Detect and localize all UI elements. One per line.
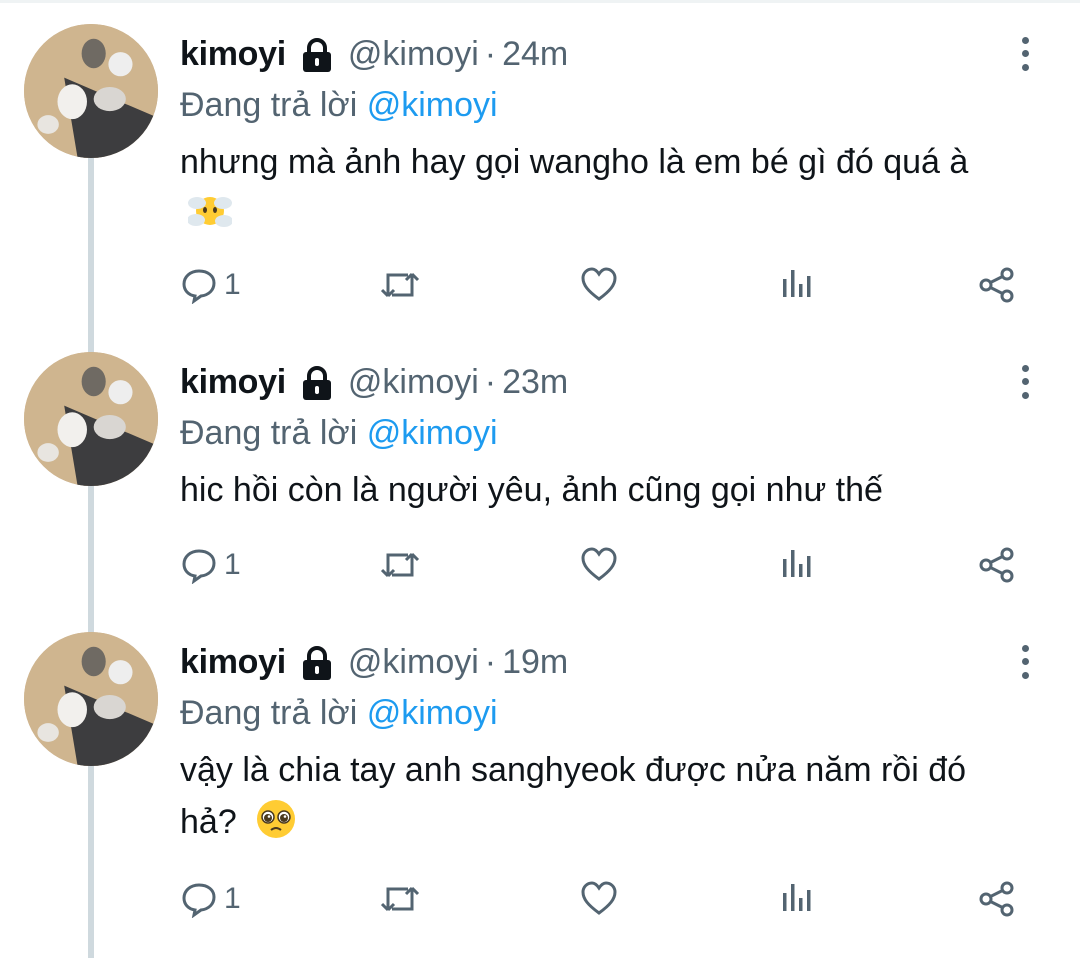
replying-prefix: Đang trả lời (180, 694, 358, 732)
thread-connector-line (88, 158, 94, 958)
reply-count: 1 (224, 548, 241, 581)
replying-to: Đang trả lời @kimoyi (180, 80, 1040, 130)
tweet-text-content: hic hồi còn là người yêu, ảnh cũng gọi n… (180, 471, 883, 509)
top-divider (0, 0, 1080, 3)
lock-icon (298, 362, 336, 402)
user-handle[interactable]: @kimoyi (348, 35, 479, 74)
heart-icon (580, 266, 618, 302)
share-icon (978, 880, 1016, 918)
display-name[interactable]: kimoyi (180, 35, 286, 74)
avatar[interactable] (24, 632, 158, 766)
tweet-header: kimoyi @kimoyi · 23m (180, 356, 1040, 408)
separator-dot: · (484, 642, 497, 681)
display-name[interactable]: kimoyi (180, 363, 286, 402)
replying-prefix: Đang trả lời (180, 86, 358, 124)
share-button[interactable] (978, 880, 1016, 918)
lock-icon (298, 642, 336, 682)
face-in-clouds-emoji-icon (187, 189, 233, 233)
more-vertical-icon[interactable] (1010, 642, 1040, 682)
retweet-icon (380, 266, 420, 304)
avatar[interactable] (24, 352, 158, 486)
retweet-button[interactable] (380, 546, 420, 584)
like-button[interactable] (580, 266, 618, 302)
analytics-icon (780, 266, 814, 300)
retweet-button[interactable] (380, 880, 420, 918)
tweet-text: vậy là chia tay anh sanghyeok được nửa n… (180, 744, 1020, 848)
retweet-icon (380, 880, 420, 918)
replying-to: Đang trả lời @kimoyi (180, 408, 1040, 458)
replying-to-link[interactable]: @kimoyi (367, 414, 498, 452)
avatar[interactable] (24, 24, 158, 158)
tweet-header: kimoyi @kimoyi · 24m (180, 28, 1040, 80)
reply-button[interactable]: 1 (180, 266, 241, 304)
display-name[interactable]: kimoyi (180, 643, 286, 682)
pleading-face-emoji-icon (254, 797, 298, 841)
retweet-icon (380, 546, 420, 584)
reply-count: 1 (224, 882, 241, 915)
more-vertical-icon[interactable] (1010, 34, 1040, 74)
tweet-header: kimoyi @kimoyi · 19m (180, 636, 1040, 688)
timestamp[interactable]: 23m (502, 363, 568, 402)
tweet-text-content: nhưng mà ảnh hay gọi wangho là em bé gì … (180, 143, 969, 181)
share-button[interactable] (978, 546, 1016, 584)
tweet-text: hic hồi còn là người yêu, ảnh cũng gọi n… (180, 464, 1040, 516)
heart-icon (580, 880, 618, 916)
timestamp[interactable]: 24m (502, 35, 568, 74)
reply-button[interactable]: 1 (180, 546, 241, 584)
reply-icon (180, 266, 218, 304)
analytics-button[interactable] (780, 546, 814, 580)
retweet-button[interactable] (380, 266, 420, 304)
reply-icon (180, 880, 218, 918)
like-button[interactable] (580, 880, 618, 916)
replying-to-link[interactable]: @kimoyi (367, 694, 498, 732)
analytics-button[interactable] (780, 880, 814, 914)
replying-to-link[interactable]: @kimoyi (367, 86, 498, 124)
replying-to: Đang trả lời @kimoyi (180, 688, 1040, 738)
reply-count: 1 (224, 268, 241, 301)
tweet-text: nhưng mà ảnh hay gọi wangho là em bé gì … (180, 136, 1020, 240)
share-button[interactable] (978, 266, 1016, 304)
user-handle[interactable]: @kimoyi (348, 643, 479, 682)
share-icon (978, 546, 1016, 584)
analytics-icon (780, 546, 814, 580)
heart-icon (580, 546, 618, 582)
separator-dot: · (484, 34, 497, 73)
timestamp[interactable]: 19m (502, 643, 568, 682)
analytics-button[interactable] (780, 266, 814, 300)
user-handle[interactable]: @kimoyi (348, 363, 479, 402)
reply-icon (180, 546, 218, 584)
lock-icon (298, 34, 336, 74)
reply-button[interactable]: 1 (180, 880, 241, 918)
like-button[interactable] (580, 546, 618, 582)
separator-dot: · (484, 362, 497, 401)
analytics-icon (780, 880, 814, 914)
share-icon (978, 266, 1016, 304)
replying-prefix: Đang trả lời (180, 414, 358, 452)
more-vertical-icon[interactable] (1010, 362, 1040, 402)
